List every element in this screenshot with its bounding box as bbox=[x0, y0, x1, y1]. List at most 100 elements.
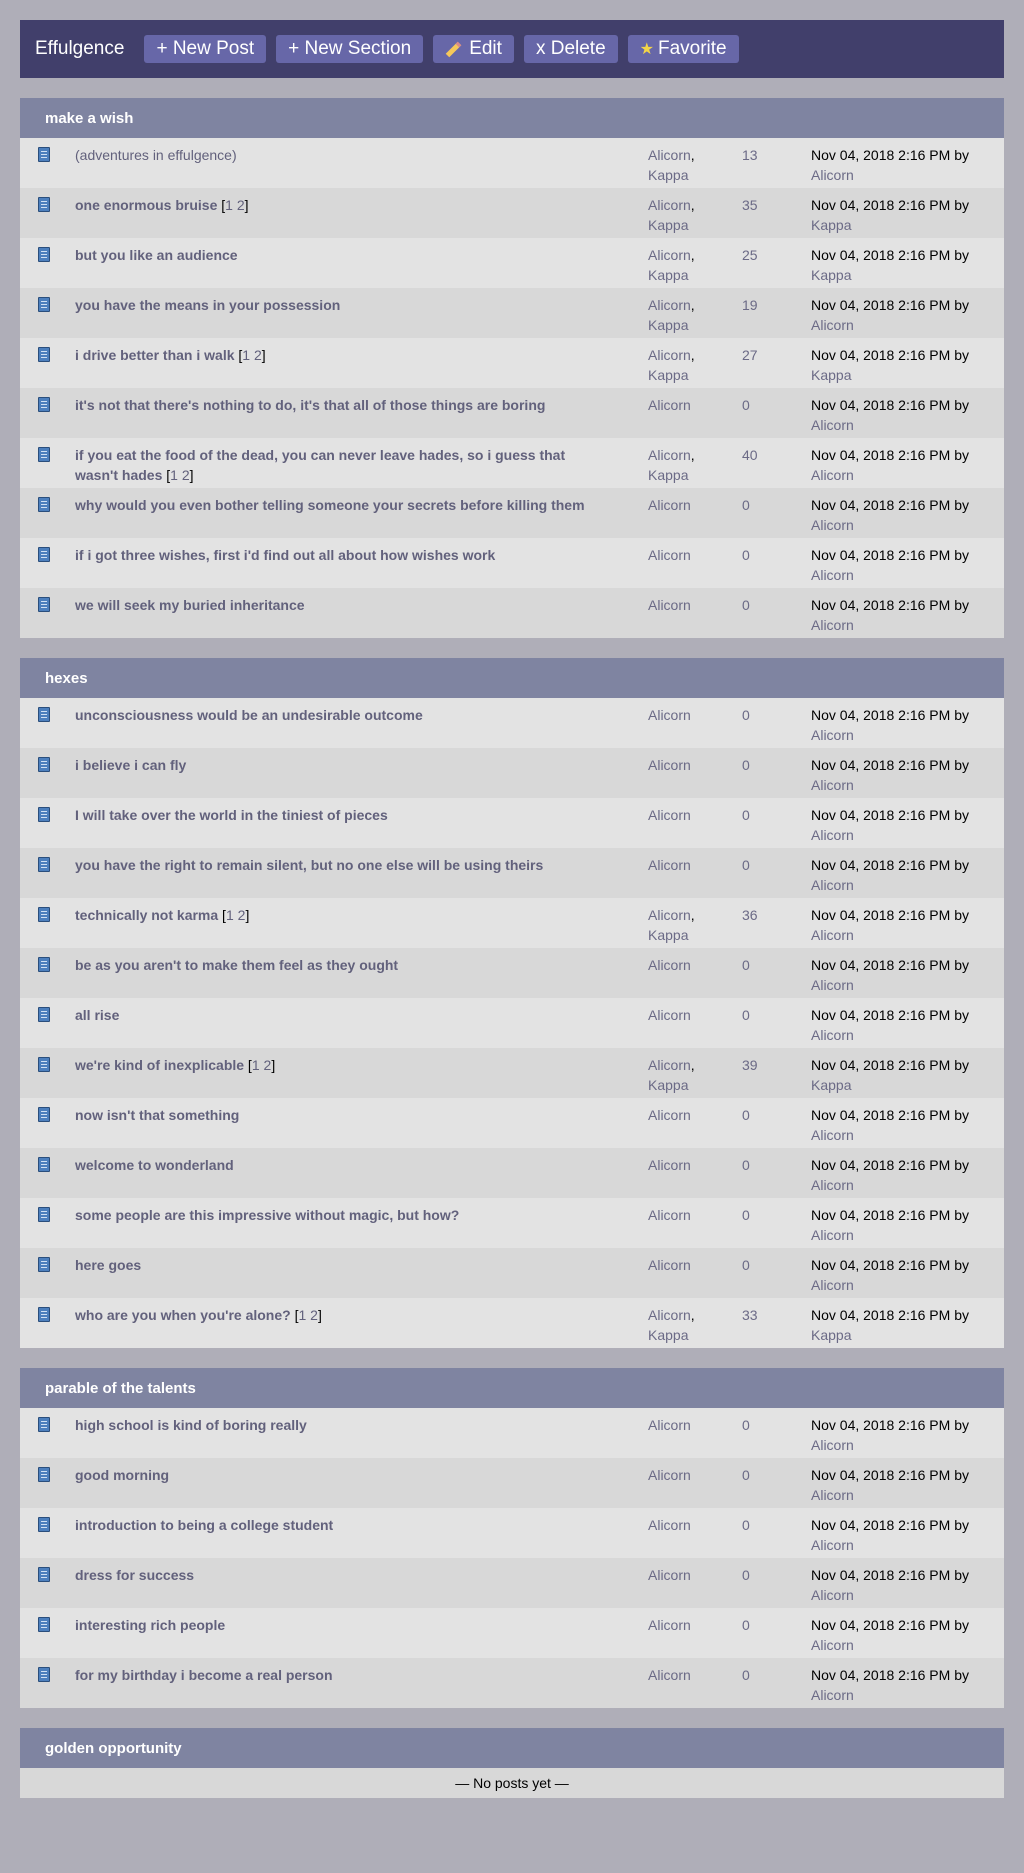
last-author-link[interactable]: Alicorn bbox=[811, 977, 854, 993]
last-author-link[interactable]: Kappa bbox=[811, 1327, 851, 1343]
last-author-link[interactable]: Alicorn bbox=[811, 1127, 854, 1143]
post-title-link[interactable]: good morning bbox=[75, 1467, 169, 1483]
post-title-link[interactable]: i believe i can fly bbox=[75, 757, 186, 773]
post-title-link[interactable]: high school is kind of boring really bbox=[75, 1417, 307, 1433]
post-title-link[interactable]: if i got three wishes, first i'd find ou… bbox=[75, 547, 495, 563]
delete-button[interactable]: x Delete bbox=[523, 35, 618, 63]
author-link[interactable]: Alicorn bbox=[648, 247, 691, 263]
post-title-link[interactable]: all rise bbox=[75, 1007, 119, 1023]
last-author-link[interactable]: Alicorn bbox=[811, 617, 854, 633]
post-title-link[interactable]: you have the right to remain silent, but… bbox=[75, 857, 543, 873]
page-1-link[interactable]: 1 bbox=[170, 467, 178, 483]
post-title-link[interactable]: here goes bbox=[75, 1257, 141, 1273]
post-title-link[interactable]: interesting rich people bbox=[75, 1617, 225, 1633]
author-link[interactable]: Kappa bbox=[648, 217, 688, 233]
author-link[interactable]: Alicorn bbox=[648, 1467, 691, 1483]
last-author-link[interactable]: Alicorn bbox=[811, 777, 854, 793]
post-title-link[interactable]: one enormous bruise bbox=[75, 197, 217, 213]
author-link[interactable]: Alicorn bbox=[648, 497, 691, 513]
author-link[interactable]: Alicorn bbox=[648, 1157, 691, 1173]
author-link[interactable]: Kappa bbox=[648, 317, 688, 333]
author-link[interactable]: Alicorn bbox=[648, 147, 691, 163]
favorite-button[interactable]: ★ Favorite bbox=[627, 35, 739, 63]
last-author-link[interactable]: Alicorn bbox=[811, 567, 854, 583]
author-link[interactable]: Alicorn bbox=[648, 1057, 691, 1073]
author-link[interactable]: Alicorn bbox=[648, 1517, 691, 1533]
section-header[interactable]: golden opportunity bbox=[20, 1728, 1004, 1768]
author-link[interactable]: Kappa bbox=[648, 267, 688, 283]
post-title-link[interactable]: you have the means in your possession bbox=[75, 297, 340, 313]
author-link[interactable]: Alicorn bbox=[648, 547, 691, 563]
author-link[interactable]: Kappa bbox=[648, 367, 688, 383]
author-link[interactable]: Alicorn bbox=[648, 857, 691, 873]
post-title-link[interactable]: but you like an audience bbox=[75, 247, 238, 263]
author-link[interactable]: Kappa bbox=[648, 467, 688, 483]
last-author-link[interactable]: Alicorn bbox=[811, 517, 854, 533]
author-link[interactable]: Alicorn bbox=[648, 1107, 691, 1123]
author-link[interactable]: Alicorn bbox=[648, 807, 691, 823]
author-link[interactable]: Alicorn bbox=[648, 1417, 691, 1433]
author-link[interactable]: Alicorn bbox=[648, 297, 691, 313]
author-link[interactable]: Alicorn bbox=[648, 1667, 691, 1683]
last-author-link[interactable]: Alicorn bbox=[811, 167, 854, 183]
author-link[interactable]: Alicorn bbox=[648, 1567, 691, 1583]
last-author-link[interactable]: Alicorn bbox=[811, 417, 854, 433]
last-author-link[interactable]: Alicorn bbox=[811, 1487, 854, 1503]
page-1-link[interactable]: 1 bbox=[226, 907, 234, 923]
post-title-link[interactable]: unconsciousness would be an undesirable … bbox=[75, 707, 423, 723]
last-author-link[interactable]: Alicorn bbox=[811, 1587, 854, 1603]
author-link[interactable]: Kappa bbox=[648, 927, 688, 943]
post-title-link[interactable]: i drive better than i walk bbox=[75, 347, 235, 363]
author-link[interactable]: Kappa bbox=[648, 167, 688, 183]
author-link[interactable]: Kappa bbox=[648, 1077, 688, 1093]
post-title-link[interactable]: it's not that there's nothing to do, it'… bbox=[75, 397, 545, 413]
post-title-link[interactable]: I will take over the world in the tinies… bbox=[75, 807, 388, 823]
last-author-link[interactable]: Alicorn bbox=[811, 1227, 854, 1243]
author-link[interactable]: Alicorn bbox=[648, 1617, 691, 1633]
last-author-link[interactable]: Alicorn bbox=[811, 727, 854, 743]
post-title-link[interactable]: who are you when you're alone? bbox=[75, 1307, 291, 1323]
post-title-link[interactable]: we're kind of inexplicable bbox=[75, 1057, 244, 1073]
last-author-link[interactable]: Kappa bbox=[811, 217, 851, 233]
author-link[interactable]: Alicorn bbox=[648, 347, 691, 363]
edit-button[interactable]: Edit bbox=[433, 35, 514, 63]
author-link[interactable]: Alicorn bbox=[648, 907, 691, 923]
last-author-link[interactable]: Alicorn bbox=[811, 467, 854, 483]
last-author-link[interactable]: Alicorn bbox=[811, 1637, 854, 1653]
section-header[interactable]: make a wish bbox=[20, 98, 1004, 138]
page-1-link[interactable]: 1 bbox=[242, 347, 250, 363]
last-author-link[interactable]: Alicorn bbox=[811, 827, 854, 843]
last-author-link[interactable]: Alicorn bbox=[811, 1027, 854, 1043]
page-2-link[interactable]: 2 bbox=[264, 1057, 272, 1073]
author-link[interactable]: Kappa bbox=[648, 1327, 688, 1343]
last-author-link[interactable]: Alicorn bbox=[811, 927, 854, 943]
last-author-link[interactable]: Alicorn bbox=[811, 1277, 854, 1293]
author-link[interactable]: Alicorn bbox=[648, 707, 691, 723]
last-author-link[interactable]: Kappa bbox=[811, 1077, 851, 1093]
new-section-button[interactable]: + New Section bbox=[276, 35, 424, 63]
post-title-link[interactable]: why would you even bother telling someon… bbox=[75, 497, 585, 513]
last-author-link[interactable]: Alicorn bbox=[811, 317, 854, 333]
post-title-link[interactable]: welcome to wonderland bbox=[75, 1157, 234, 1173]
author-link[interactable]: Alicorn bbox=[648, 1307, 691, 1323]
section-header[interactable]: parable of the talents bbox=[20, 1368, 1004, 1408]
author-link[interactable]: Alicorn bbox=[648, 1007, 691, 1023]
page-2-link[interactable]: 2 bbox=[182, 467, 190, 483]
last-author-link[interactable]: Kappa bbox=[811, 267, 851, 283]
post-title-link[interactable]: be as you aren't to make them feel as th… bbox=[75, 957, 398, 973]
last-author-link[interactable]: Alicorn bbox=[811, 1687, 854, 1703]
page-2-link[interactable]: 2 bbox=[238, 907, 246, 923]
author-link[interactable]: Alicorn bbox=[648, 1207, 691, 1223]
last-author-link[interactable]: Alicorn bbox=[811, 877, 854, 893]
page-1-link[interactable]: 1 bbox=[252, 1057, 260, 1073]
post-title-link[interactable]: introduction to being a college student bbox=[75, 1517, 333, 1533]
page-2-link[interactable]: 2 bbox=[310, 1307, 318, 1323]
author-link[interactable]: Alicorn bbox=[648, 1257, 691, 1273]
post-title-link[interactable]: we will seek my buried inheritance bbox=[75, 597, 305, 613]
post-title-link[interactable]: technically not karma bbox=[75, 907, 218, 923]
post-title-link[interactable]: now isn't that something bbox=[75, 1107, 239, 1123]
post-title-link[interactable]: for my birthday i become a real person bbox=[75, 1667, 333, 1683]
section-header[interactable]: hexes bbox=[20, 658, 1004, 698]
page-2-link[interactable]: 2 bbox=[254, 347, 262, 363]
author-link[interactable]: Alicorn bbox=[648, 957, 691, 973]
